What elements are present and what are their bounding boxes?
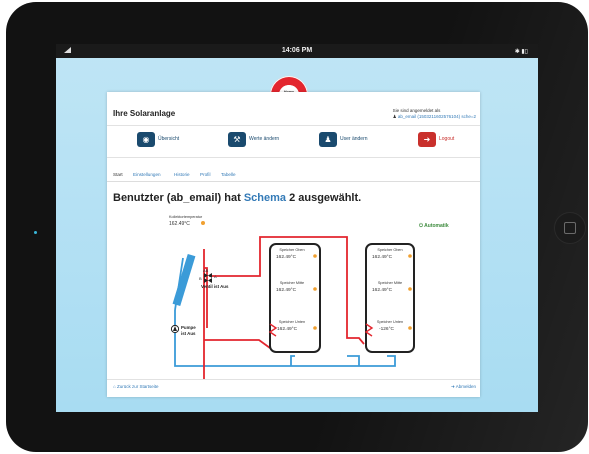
user-icon: ♟ [319,132,337,147]
nav-values-label: Werte ändern [249,136,280,142]
sign-out-label: Abmelden [455,384,476,389]
mode-status[interactable]: ⏻ Automatik [419,223,449,229]
collector-label: Kollektortemperatur [169,215,203,219]
collector-temp: 162.49°C [169,221,190,227]
tank1-top-sensor-icon [313,254,317,258]
tab-table[interactable]: Tabelle [221,172,236,177]
tablet-screen: 14:06 PM ✱ ▮▯ Home Control Center Ihre S… [56,44,538,412]
home-button[interactable] [554,212,586,244]
tank1-bot-label: Speicher Unten [279,320,305,324]
valve-port-ab: AB [203,268,209,273]
status-time: 14:06 PM [281,47,313,54]
collector-sensor-icon [201,221,205,225]
tank1-bot-temp: 162.49°C [277,326,298,332]
nav-user-label: User ändern [340,136,368,142]
pump-status-1: Pumpe [181,325,196,330]
tank1-top-label: Speicher Oben [279,248,304,252]
tank1-mid-temp: 162.49°C [276,287,297,293]
tank2-mid-label: Speicher Mitte [378,281,402,285]
tank2-bot-label: Speicher Unten [377,320,403,324]
nav-logout-label: Logout [439,136,455,142]
tab-history[interactable]: Historie [174,172,190,177]
tank2-top-label: Speicher Oben [377,248,402,252]
tank2-top-sensor-icon [408,254,412,258]
tab-profile[interactable]: Profil [200,172,210,177]
storage-tank-2 [365,243,415,353]
tank1-mid-label: Speicher Mitte [280,281,304,285]
nav-divider [107,157,480,158]
heading-prefix: Benutzter (ab_email) hat [113,192,244,204]
valve-port-b: B [199,276,202,281]
pump-status-2: ist Aus [181,331,196,336]
tank2-top-temp: 162.49°C [372,254,393,260]
camera-dot [34,231,37,234]
page-title: Ihre Solaranlage [113,109,176,118]
schema-heading: Benutzter (ab_email) hat Schema 2 ausgew… [113,192,361,204]
back-to-start-label: Zurück zur Startseite [116,384,159,389]
tank2-mid-sensor-icon [408,287,412,291]
dashboard-icon: ◉ [137,132,155,147]
logout-icon: ➜ [418,132,436,147]
battery-icon: ✱ ▮▯ [514,49,528,55]
valve-port-a: A [214,274,217,279]
heading-suffix: 2 ausgewählt. [286,192,362,204]
wrench-icon: ⚒ [228,132,246,147]
storage-tank-1 [269,243,321,353]
tank2-bot-temp: -126°C [379,326,395,332]
footer-divider [107,379,480,380]
tank1-top-temp: 162.49°C [276,254,297,260]
valve-icon [204,273,212,283]
tank1-mid-sensor-icon [313,287,317,291]
login-user-link[interactable]: ab_email (1503211602576104) sche=2 [398,114,476,119]
login-info: Sie sind angemeldet als ♟ ab_email (1503… [393,108,476,120]
user-icon: ♟ [392,113,397,119]
valve-status: Ventil ist Aus [201,284,229,289]
back-to-start-link[interactable]: ⌂ Zurück zur Startseite [113,384,158,389]
status-bar: 14:06 PM ✱ ▮▯ [56,44,538,58]
nav-overview-label: Übersicht [158,136,180,142]
tank1-bot-sensor-icon [313,326,317,330]
solar-schema-diagram: Kollektortemperatur 162.49°C B AB A Vent… [169,215,415,380]
tank2-mid-temp: 162.49°C [372,287,393,293]
tab-divider [107,181,480,182]
tab-start[interactable]: Start [113,172,123,177]
header-divider [107,125,480,126]
sign-out-link[interactable]: ➜ Abmelden [451,384,476,390]
tab-settings[interactable]: Einstellungen [133,172,161,177]
schema-link[interactable]: Schema [244,192,286,204]
app-window: Ihre Solaranlage Sie sind angemeldet als… [107,92,480,397]
tank2-bot-sensor-icon [408,326,412,330]
background: 14:06 PM ✱ ▮▯ Home Control Center Ihre S… [0,0,589,454]
